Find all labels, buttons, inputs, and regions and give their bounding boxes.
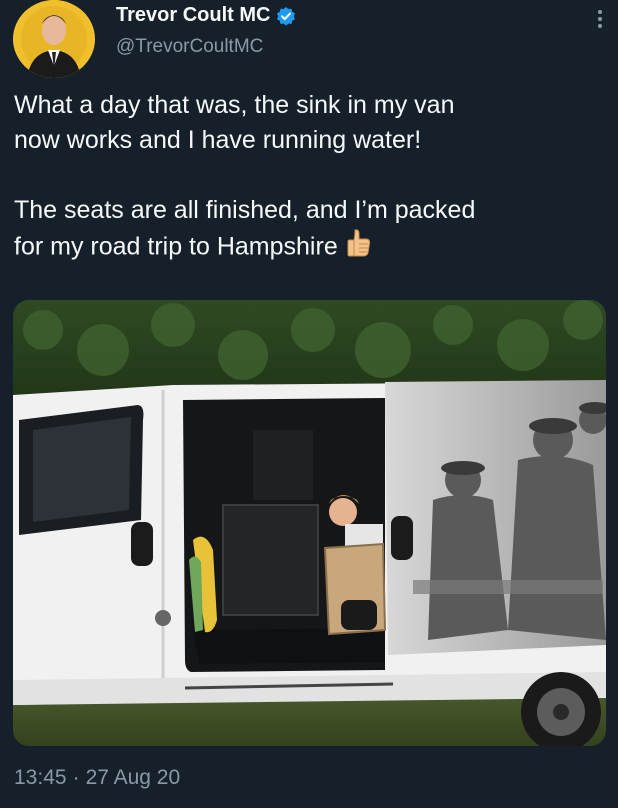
author-handle[interactable]: @TrevorCoultMC	[116, 36, 263, 58]
thumbs-up-icon	[346, 228, 372, 268]
tweet-time: 13:45	[14, 766, 67, 789]
tweet-body: What a day that was, the sink in my van …	[14, 88, 604, 268]
verified-badge-icon	[276, 6, 296, 26]
tweet-header: Trevor Coult MC @TrevorCoultMC	[0, 0, 618, 80]
timestamp-separator: ·	[72, 766, 80, 789]
avatar[interactable]	[13, 0, 95, 78]
tweet-date: 27 Aug 20	[85, 766, 181, 789]
more-options-icon[interactable]	[596, 8, 604, 30]
author-name[interactable]: Trevor Coult MC	[116, 4, 270, 27]
tweet-timestamp[interactable]: 13:45 · 27 Aug 20	[14, 766, 180, 790]
tweet-text: What a day that was, the sink in my van …	[14, 91, 476, 261]
tweet-photo[interactable]	[13, 300, 606, 746]
